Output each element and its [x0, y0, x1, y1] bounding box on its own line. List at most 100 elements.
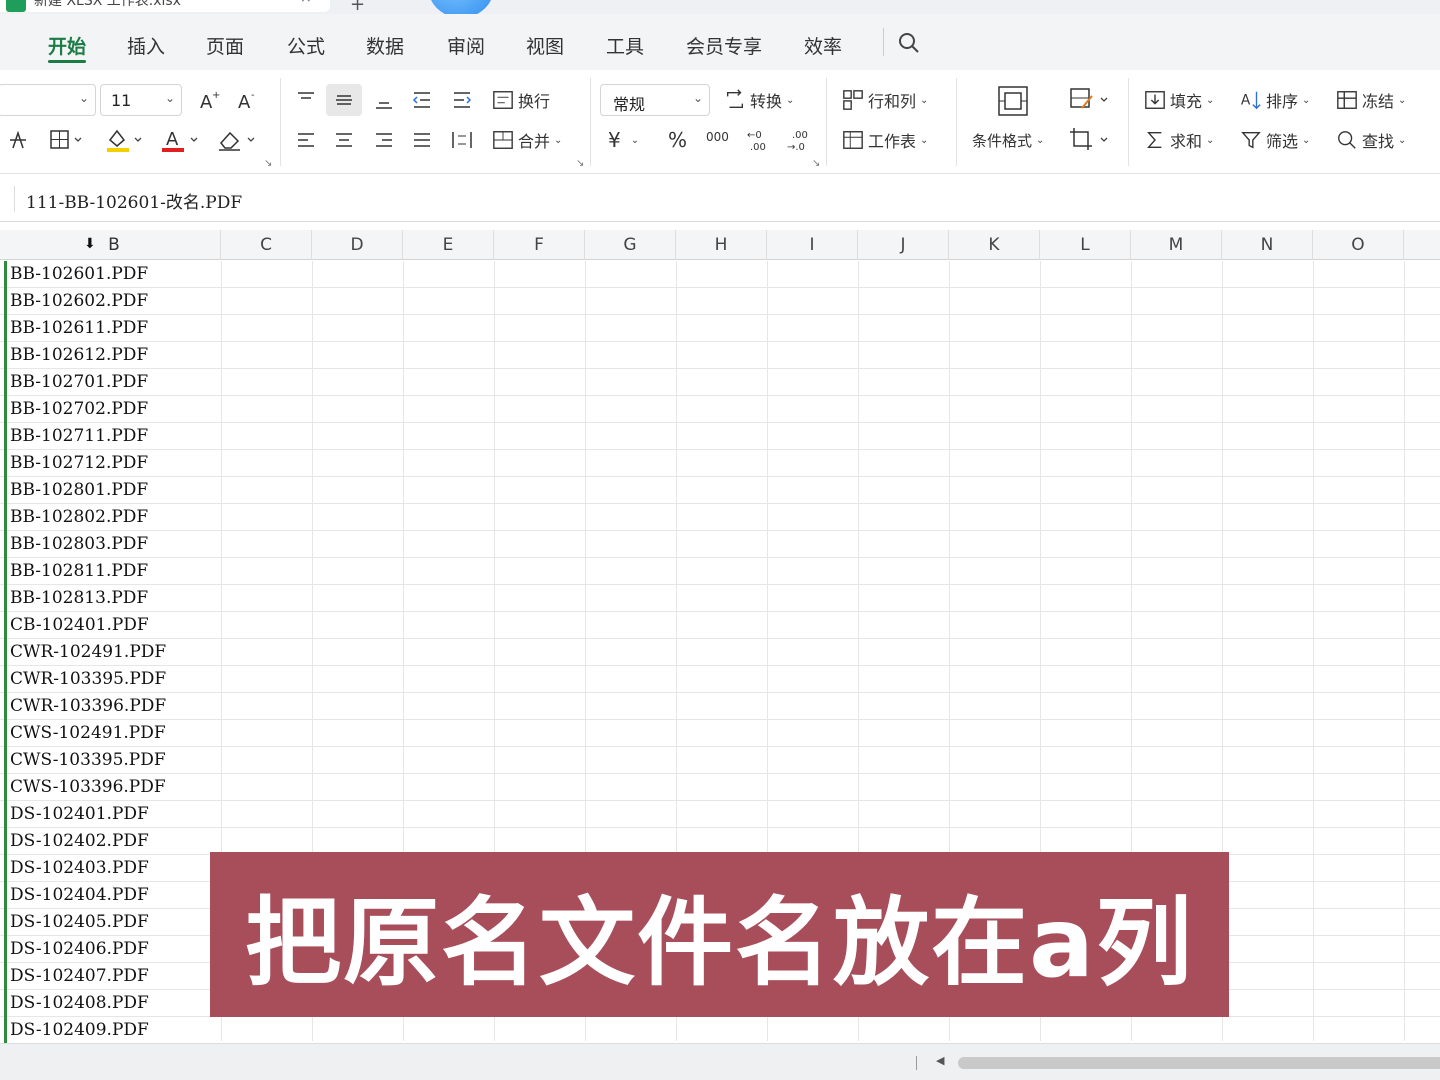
sum-button[interactable]: 求和 ⌄	[1144, 128, 1214, 152]
percent-format-button[interactable]: %	[668, 128, 687, 152]
filter-button[interactable]: 筛选 ⌄	[1240, 128, 1310, 152]
menu-member[interactable]: 会员专享	[686, 32, 762, 59]
cell-b[interactable]: BB-102702.PDF	[10, 399, 148, 419]
number-dialog-launcher-icon[interactable]: ↘	[812, 158, 820, 169]
column-header-g[interactable]: G	[585, 230, 676, 260]
increase-font-icon[interactable]: A +	[198, 88, 222, 112]
cell-b[interactable]: CWS-103396.PDF	[10, 777, 166, 797]
cell-b[interactable]: DS-102402.PDF	[10, 831, 149, 851]
cell-b[interactable]: BB-102611.PDF	[10, 318, 148, 338]
cell-b[interactable]: BB-102701.PDF	[10, 372, 148, 392]
close-tab-icon[interactable]: ×	[300, 0, 312, 6]
cell-b[interactable]: DS-102409.PDF	[10, 1020, 149, 1040]
menu-insert[interactable]: 插入	[127, 32, 165, 59]
cell-b[interactable]: CWS-103395.PDF	[10, 750, 166, 770]
cell-b[interactable]: BB-102612.PDF	[10, 345, 148, 365]
cell-b[interactable]: BB-102803.PDF	[10, 534, 148, 554]
cell-b[interactable]: BB-102712.PDF	[10, 453, 148, 473]
cell-b[interactable]: BB-102711.PDF	[10, 426, 148, 446]
menu-formula[interactable]: 公式	[287, 32, 325, 59]
cell-b[interactable]: BB-102801.PDF	[10, 480, 148, 500]
increase-indent-icon[interactable]	[450, 88, 474, 112]
conditional-format-button[interactable]: 条件格式 ⌄	[972, 130, 1044, 151]
font-dialog-launcher-icon[interactable]: ↘	[264, 158, 272, 169]
horizontal-scrollbar[interactable]	[958, 1057, 1440, 1069]
column-header-b[interactable]: B	[8, 230, 221, 260]
column-header-k[interactable]: K	[949, 230, 1040, 260]
cell-b[interactable]: CWR-103396.PDF	[10, 696, 166, 716]
column-header-c[interactable]: C	[221, 230, 312, 260]
cell-b[interactable]: CB-102401.PDF	[10, 615, 149, 635]
crop-icon[interactable]	[1068, 126, 1112, 154]
freeze-button[interactable]: 冻结 ⌄	[1336, 88, 1406, 112]
wrap-text-button[interactable]: 换行	[492, 88, 550, 112]
justify-icon[interactable]	[410, 128, 434, 152]
menu-home[interactable]: 开始	[48, 32, 86, 59]
alignment-dialog-launcher-icon[interactable]: ↘	[576, 158, 584, 169]
align-top-icon[interactable]	[294, 88, 318, 112]
formula-bar[interactable]: 111-BB-102601-改名.PDF	[0, 174, 1440, 222]
column-header-f[interactable]: F	[494, 230, 585, 260]
align-bottom-icon[interactable]	[372, 88, 396, 112]
assistant-orb-icon[interactable]	[428, 0, 494, 14]
fill-color-icon[interactable]	[104, 126, 144, 154]
column-header-i[interactable]: I	[767, 230, 858, 260]
thousands-separator-button[interactable]: 000	[706, 130, 729, 144]
merge-cells-button[interactable]: 合并 ⌄	[492, 128, 562, 152]
column-header-h[interactable]: H	[676, 230, 767, 260]
menu-review[interactable]: 审阅	[447, 32, 485, 59]
decrease-font-icon[interactable]: A-	[236, 88, 260, 112]
cell-b[interactable]: DS-102403.PDF	[10, 858, 149, 878]
currency-format-button[interactable]: ¥ ⌄	[608, 128, 639, 152]
align-middle-icon[interactable]	[332, 88, 356, 112]
menu-tools[interactable]: 工具	[606, 32, 644, 59]
menu-data[interactable]: 数据	[366, 32, 404, 59]
decrease-indent-icon[interactable]	[410, 88, 434, 112]
font-color-icon[interactable]: A	[160, 126, 200, 154]
column-header-e[interactable]: E	[403, 230, 494, 260]
cell-b[interactable]: BB-102601.PDF	[10, 264, 148, 284]
decrease-decimal-icon[interactable]: .00→.0	[786, 126, 812, 154]
scroll-left-icon[interactable]: ◀	[936, 1054, 944, 1067]
search-icon[interactable]	[896, 30, 922, 56]
cell-b[interactable]: CWS-102491.PDF	[10, 723, 166, 743]
find-button[interactable]: 查找 ⌄	[1336, 128, 1406, 152]
borders-icon[interactable]	[48, 128, 84, 152]
cell-b[interactable]: DS-102405.PDF	[10, 912, 149, 932]
strikethrough-icon[interactable]	[6, 128, 30, 152]
column-header-m[interactable]: M	[1131, 230, 1222, 260]
number-format-select[interactable]: 常规 ⌄	[600, 84, 710, 116]
cell-b[interactable]: DS-102407.PDF	[10, 966, 149, 986]
cell-b[interactable]: DS-102404.PDF	[10, 885, 149, 905]
fill-button[interactable]: 填充 ⌄	[1144, 88, 1214, 112]
menu-view[interactable]: 视图	[526, 32, 564, 59]
cell-b[interactable]: BB-102802.PDF	[10, 507, 148, 527]
font-size-select[interactable]: 11 ⌄	[100, 84, 182, 116]
cell-b[interactable]: BB-102811.PDF	[10, 561, 148, 581]
convert-button[interactable]: 转换 ⌄	[724, 88, 794, 112]
font-name-select[interactable]: ⌄	[0, 84, 96, 116]
increase-decimal-icon[interactable]: ←0.00	[746, 126, 772, 154]
column-header-d[interactable]: D	[312, 230, 403, 260]
cell-b[interactable]: CWR-102491.PDF	[10, 642, 166, 662]
menu-page[interactable]: 页面	[206, 32, 244, 59]
sort-button[interactable]: A 排序 ⌄	[1240, 88, 1310, 112]
column-header-j[interactable]: J	[858, 230, 949, 260]
menu-efficiency[interactable]: 效率	[804, 32, 842, 59]
cell-b[interactable]: BB-102813.PDF	[10, 588, 148, 608]
cell-b[interactable]: CWR-103395.PDF	[10, 669, 166, 689]
cell-b[interactable]: DS-102408.PDF	[10, 993, 149, 1013]
worksheet-button[interactable]: 工作表 ⌄	[842, 128, 928, 152]
column-header-n[interactable]: N	[1222, 230, 1313, 260]
eraser-icon[interactable]	[216, 126, 260, 154]
conditional-format-icon[interactable]	[996, 84, 1030, 118]
distributed-align-icon[interactable]	[450, 128, 474, 152]
formula-content[interactable]: 111-BB-102601-改名.PDF	[26, 188, 242, 213]
cell-style-icon[interactable]	[1068, 86, 1112, 114]
column-header-o[interactable]: O	[1313, 230, 1404, 260]
align-right-icon[interactable]	[372, 128, 396, 152]
file-tab[interactable]: 新建 XLSX 工作表.xlsx ×	[0, 0, 330, 12]
new-tab-button[interactable]: +	[350, 0, 365, 14]
align-left-icon[interactable]	[294, 128, 318, 152]
rows-columns-button[interactable]: 行和列 ⌄	[842, 88, 928, 112]
